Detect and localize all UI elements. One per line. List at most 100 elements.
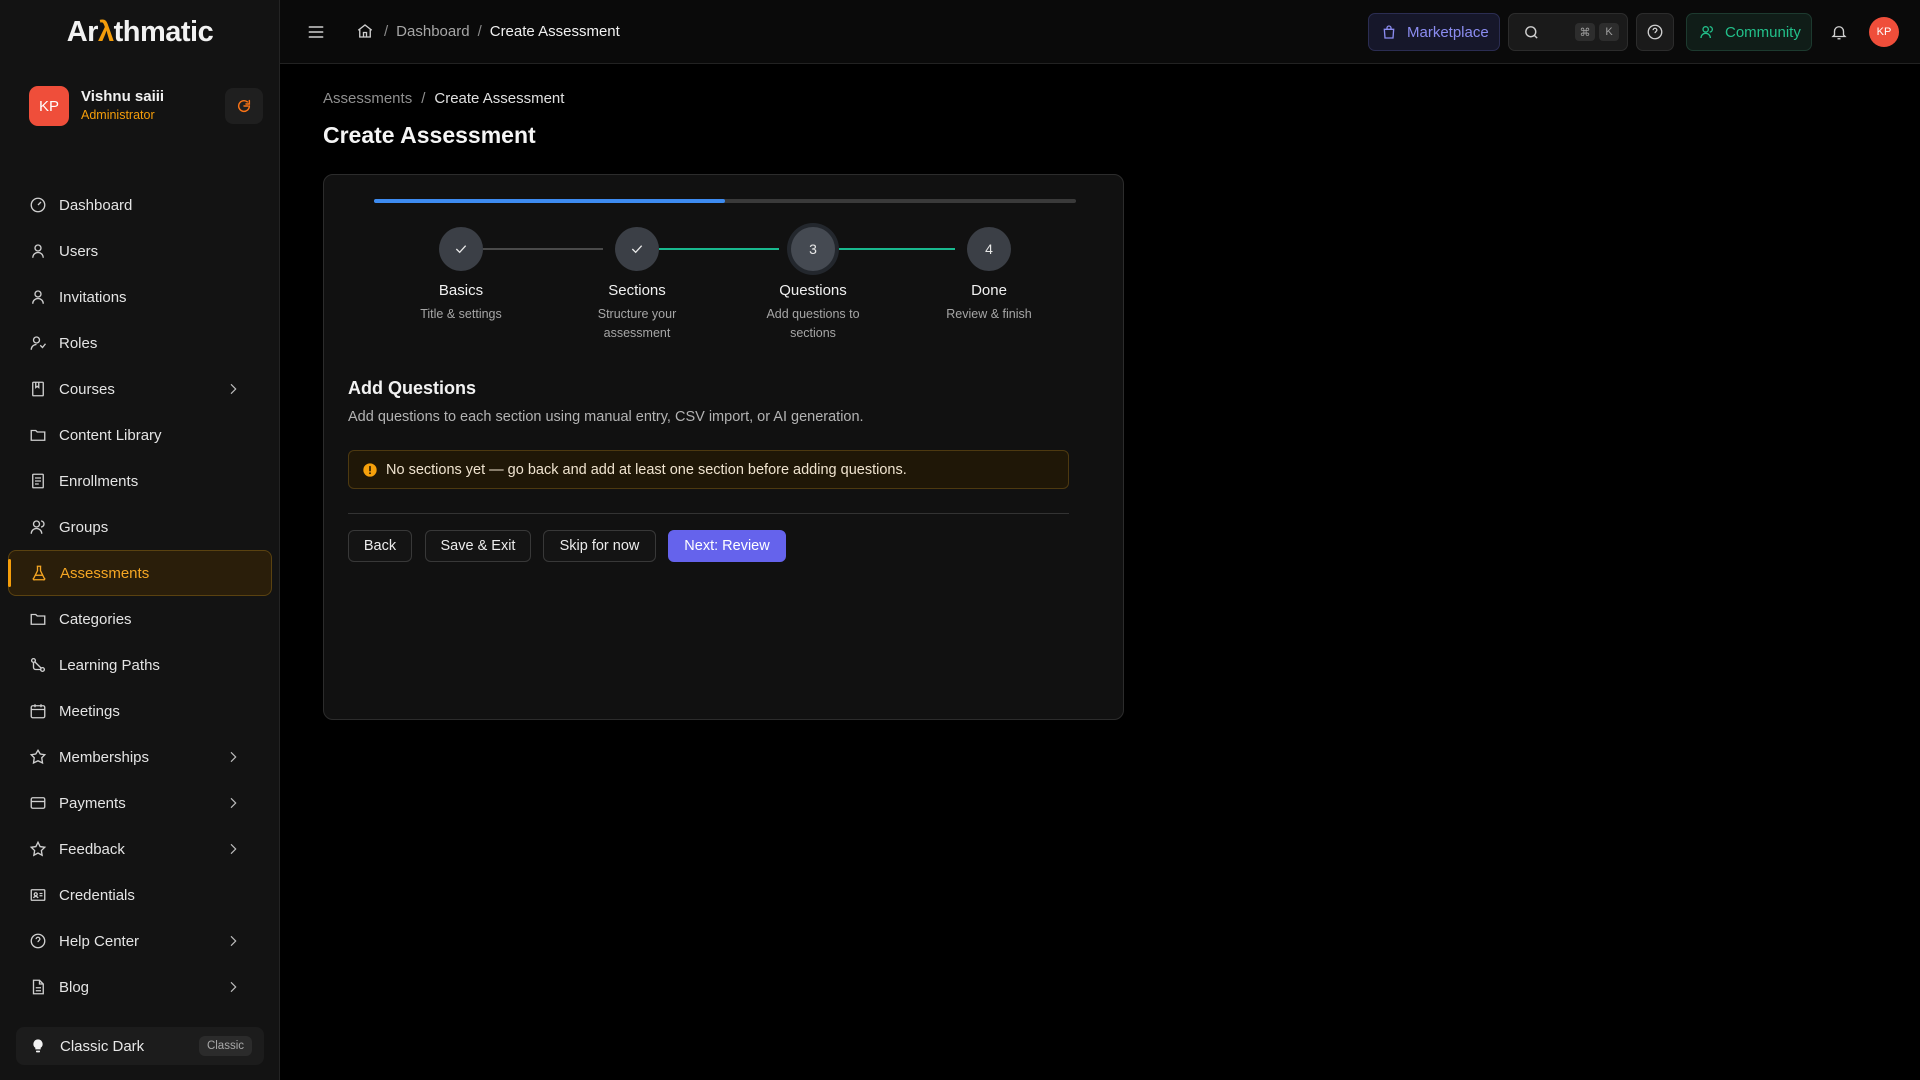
breadcrumb-current: Create Assessment [434,90,565,107]
sidebar-item-label: Dashboard [59,196,133,214]
chevron-right-icon [223,747,243,767]
theme-switcher[interactable]: Classic Dark Classic [16,1027,264,1065]
user-role-icon [28,333,48,353]
breadcrumb-current: Create Assessment [489,22,620,40]
sidebar-item-users[interactable]: Users [8,228,272,274]
sidebar-item-categories[interactable]: Categories [8,596,272,642]
sidebar-item-invitations[interactable]: Invitations [8,274,272,320]
sidebar-item-label: Categories [59,610,132,628]
sidebar-item-dashboard[interactable]: Dashboard [8,182,272,228]
marketplace-label: Marketplace [1407,23,1489,41]
sidebar-item-content-library[interactable]: Content Library [8,412,272,458]
check-icon [629,241,645,257]
warning-alert: No sections yet — go back and add at lea… [348,450,1069,489]
back-button[interactable]: Back [348,530,412,562]
step-3-indicator: 3 [791,227,835,271]
user-avatar-menu[interactable]: KP [1869,17,1899,47]
sidebar-item-label: Meetings [59,702,120,720]
chevron-right-icon [223,977,243,997]
logo-text-prefix: Ar [66,16,99,48]
page-title: Create Assessment [323,122,536,148]
marketplace-button[interactable]: Marketplace [1368,13,1500,51]
user-card: KP Vishnu saiii Administrator [29,86,263,126]
help-button[interactable] [1636,13,1674,51]
chevron-right-icon [223,379,243,399]
wizard-progress-fill [374,199,725,203]
sidebar-item-assessments[interactable]: Assessments [8,550,272,596]
sidebar-item-label: Roles [59,334,98,352]
check-icon [453,241,469,257]
badge-icon [28,747,48,767]
sidebar-item-label: Content Library [59,426,162,444]
sidebar-item-memberships[interactable]: Memberships [8,734,272,780]
divider [348,513,1069,514]
breadcrumb-link-assessments[interactable]: Assessments [323,90,412,107]
sidebar-item-learning-paths[interactable]: Learning Paths [8,642,272,688]
step-connector [835,248,955,250]
community-label: Community [1725,23,1801,41]
sidebar-item-label: Assessments [60,564,150,582]
file-text-icon [28,977,48,997]
user-name: Vishnu saiii [81,88,165,105]
save-exit-button[interactable]: Save & Exit [425,530,531,562]
search-button[interactable]: ⌘ K [1508,13,1628,51]
logo-text-suffix: thmatic [113,16,214,48]
lightbulb-icon [30,1037,46,1055]
credit-card-icon [28,793,48,813]
menu-toggle-icon[interactable] [306,22,326,42]
breadcrumb-separator: / [384,22,389,40]
folder-icon [28,609,48,629]
sidebar-item-groups[interactable]: Groups [8,504,272,550]
user-avatar[interactable]: KP [29,86,69,126]
section-title: Add Questions [348,378,477,398]
group-icon [28,517,48,537]
shopping-bag-icon [1381,24,1397,40]
chevron-right-icon [223,839,243,859]
sidebar-item-help-center[interactable]: Help Center [8,918,272,964]
sidebar-item-payments[interactable]: Payments [8,780,272,826]
route-icon [28,655,48,675]
sidebar-item-feedback[interactable]: Feedback [8,826,272,872]
sidebar: Arλthmatic KP Vishnu saiii Administrator… [0,0,280,1080]
top-breadcrumb: / Dashboard / Create Assessment [356,22,620,40]
skip-button[interactable]: Skip for now [543,530,656,562]
switch-account-button[interactable] [225,88,263,124]
shortcut-key-k: K [1599,23,1619,41]
sidebar-item-label: Courses [59,380,115,398]
sidebar-item-roles[interactable]: Roles [8,320,272,366]
breadcrumb-separator: / [477,22,482,40]
bell-icon[interactable] [1830,22,1848,42]
step-4-title: Done [971,282,1007,299]
flask-icon [29,563,49,583]
sidebar-item-enrollments[interactable]: Enrollments [8,458,272,504]
app-logo[interactable]: Arλthmatic [0,16,280,49]
section-description: Add questions to each section using manu… [348,409,864,425]
community-button[interactable]: Community [1686,13,1812,51]
sidebar-item-blog[interactable]: Blog [8,964,272,1010]
star-icon [28,839,48,859]
user-role: Administrator [81,108,155,122]
next-review-button[interactable]: Next: Review [668,530,786,562]
theme-label: Classic Dark [60,1037,145,1055]
shortcut-key-cmd: ⌘ [1575,23,1595,41]
sidebar-item-label: Payments [59,794,126,812]
step-3-subtitle: Add questions to sections [766,307,860,340]
user-icon [28,287,48,307]
sidebar-item-label: Users [59,242,99,260]
sidebar-item-label: Learning Paths [59,656,160,674]
home-icon[interactable] [356,22,374,40]
sidebar-item-label: Feedback [59,840,125,858]
step-connector [483,248,603,250]
breadcrumb-link-dashboard[interactable]: Dashboard [396,23,469,40]
sidebar-item-courses[interactable]: Courses [8,366,272,412]
user-icon [28,241,48,261]
sidebar-item-meetings[interactable]: Meetings [8,688,272,734]
chevron-right-icon [223,931,243,951]
help-circle-icon [1646,23,1664,41]
wizard-progress-bar [374,199,1076,203]
document-list-icon [28,471,48,491]
sidebar-item-label: Invitations [59,288,127,306]
step-1-indicator [439,227,483,271]
sidebar-item-credentials[interactable]: Credentials [8,872,272,918]
step-4-indicator: 4 [967,227,1011,271]
